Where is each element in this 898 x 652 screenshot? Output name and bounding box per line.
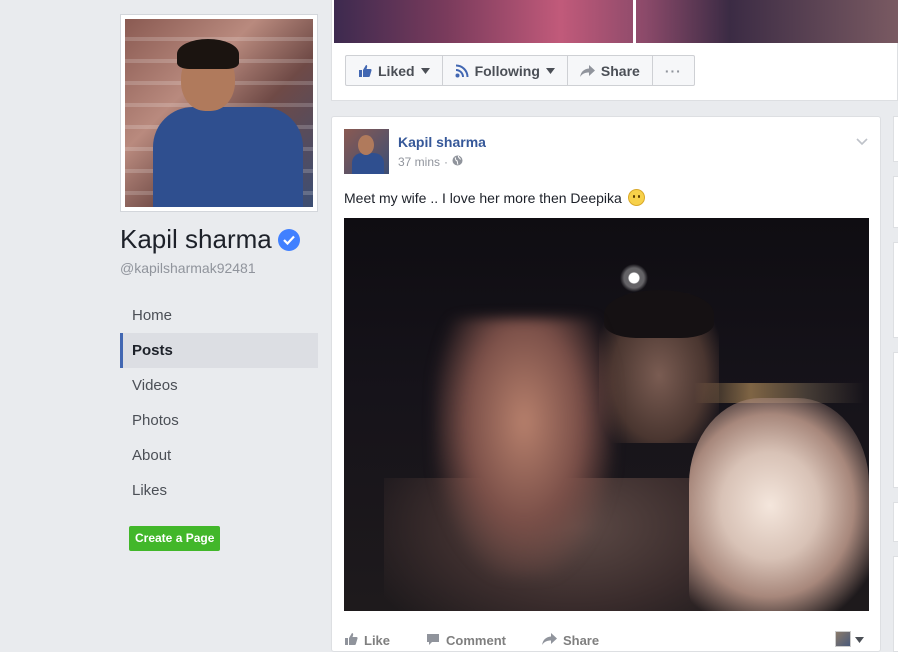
post-photo[interactable] bbox=[344, 218, 869, 611]
liked-button[interactable]: Liked bbox=[345, 55, 443, 86]
comment-button[interactable]: Comment bbox=[426, 632, 506, 649]
post-timestamp: 37 mins · bbox=[398, 155, 463, 169]
share-page-button[interactable]: Share bbox=[566, 55, 653, 86]
profile-picture[interactable] bbox=[120, 14, 318, 212]
cover-photo[interactable] bbox=[334, 0, 898, 43]
right-column-card bbox=[893, 502, 898, 542]
post-time-separator: · bbox=[444, 155, 449, 169]
nav-item-likes[interactable]: Likes bbox=[120, 473, 318, 508]
thumbs-up-icon bbox=[344, 632, 358, 649]
post-author-name[interactable]: Kapil sharma bbox=[398, 134, 486, 150]
following-button[interactable]: Following bbox=[441, 55, 568, 86]
like-label: Like bbox=[364, 633, 391, 648]
right-column-card bbox=[893, 352, 898, 488]
nav-item-photos[interactable]: Photos bbox=[120, 403, 318, 438]
cover-card: Liked Following Share ··· bbox=[331, 0, 898, 101]
right-column-card bbox=[893, 242, 898, 338]
nav-item-about[interactable]: About bbox=[120, 438, 318, 473]
page-name-text: Kapil sharma bbox=[120, 224, 272, 254]
following-label: Following bbox=[474, 62, 540, 79]
globe-icon[interactable] bbox=[452, 155, 463, 169]
more-options-button[interactable]: ··· bbox=[651, 55, 695, 86]
right-column-card bbox=[893, 116, 898, 162]
caret-down-icon bbox=[420, 67, 430, 74]
page-nav: Home Posts Videos Photos About Likes bbox=[120, 298, 318, 508]
liked-label: Liked bbox=[378, 62, 415, 79]
post-action-row: Like Comment Share bbox=[344, 632, 599, 649]
caret-down-icon bbox=[545, 67, 555, 74]
profile-photo bbox=[125, 19, 313, 207]
page-title: Kapil sharma bbox=[120, 224, 300, 255]
caret-down-icon bbox=[855, 630, 864, 648]
thumbs-up-icon bbox=[358, 64, 372, 78]
nav-item-videos[interactable]: Videos bbox=[120, 368, 318, 403]
create-page-button[interactable]: Create a Page bbox=[129, 526, 221, 551]
nav-item-posts[interactable]: Posts bbox=[120, 333, 318, 368]
rss-icon bbox=[455, 64, 469, 78]
verified-badge-icon bbox=[277, 228, 300, 251]
nav-item-home[interactable]: Home bbox=[120, 298, 318, 333]
chevron-down-icon[interactable] bbox=[856, 133, 868, 151]
post-as-selector[interactable] bbox=[835, 630, 864, 648]
ellipsis-icon: ··· bbox=[664, 62, 682, 79]
right-column-card bbox=[893, 176, 898, 228]
page-avatar-small bbox=[835, 631, 851, 647]
post-author-avatar[interactable] bbox=[344, 129, 389, 174]
like-button[interactable]: Like bbox=[344, 632, 390, 649]
page-handle: @kapilsharmak92481 bbox=[120, 260, 256, 276]
share-post-button[interactable]: Share bbox=[541, 632, 600, 649]
share-post-label: Share bbox=[562, 633, 600, 648]
page-action-bar: Liked Following Share ··· bbox=[345, 55, 695, 86]
share-arrow-icon bbox=[579, 64, 595, 77]
share-label: Share bbox=[600, 62, 640, 79]
smiley-emoji-icon bbox=[627, 189, 645, 206]
post-card: Kapil sharma 37 mins · Meet my wife .. I… bbox=[331, 116, 881, 652]
post-message-text: Meet my wife .. I love her more then Dee… bbox=[344, 189, 622, 206]
post-time-text[interactable]: 37 mins bbox=[398, 155, 440, 169]
comment-label: Comment bbox=[446, 633, 506, 648]
comment-bubble-icon bbox=[426, 633, 440, 649]
share-arrow-icon bbox=[541, 633, 557, 648]
post-message: Meet my wife .. I love her more then Dee… bbox=[344, 189, 645, 206]
right-column-card bbox=[893, 556, 898, 652]
